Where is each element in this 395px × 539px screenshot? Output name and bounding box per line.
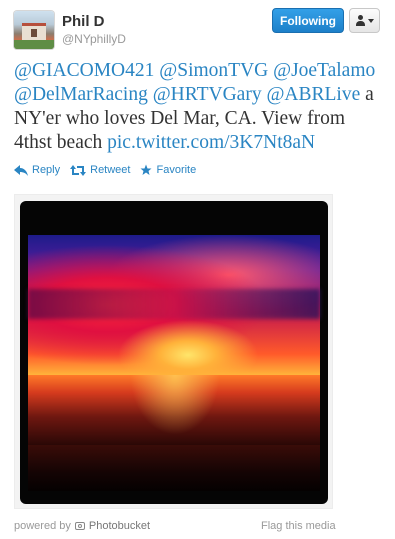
following-button[interactable]: Following [272, 8, 344, 33]
retweet-icon [70, 164, 87, 176]
tweet-actions: Reply Retweet Favorite [14, 162, 196, 178]
tweet-text: @GIACOMO421 @SimonTVG @JoeTalamo @DelMar… [14, 59, 384, 155]
caret-down-icon [367, 18, 374, 23]
person-icon [355, 15, 365, 26]
media-link[interactable]: pic.twitter.com/3K7Nt8aN [107, 132, 315, 153]
favorite-action[interactable]: Favorite [140, 164, 196, 176]
user-actions-button[interactable] [349, 8, 380, 33]
photobucket-link[interactable]: Photobucket [89, 520, 150, 532]
retweet-action[interactable]: Retweet [70, 164, 130, 176]
photo-clouds [28, 289, 320, 319]
mention-link[interactable]: @ABRLive [266, 84, 360, 105]
author-handle[interactable]: @NYphillyD [62, 32, 126, 46]
mention-link[interactable]: @DelMarRacing [14, 84, 148, 105]
photo-sun-reflection [130, 375, 220, 435]
powered-by-label: powered by [14, 520, 71, 532]
avatar-lawn-shape [14, 40, 54, 49]
avatar-door-shape [31, 29, 37, 37]
author-avatar[interactable] [14, 11, 54, 49]
mention-link[interactable]: @JoeTalamo [273, 60, 375, 81]
mention-link[interactable]: @SimonTVG [159, 60, 268, 81]
reply-action[interactable]: Reply [14, 164, 60, 176]
reply-icon [14, 164, 28, 176]
photo-beach [28, 445, 320, 491]
mention-link[interactable]: @GIACOMO421 [14, 60, 154, 81]
author-name[interactable]: Phil D [62, 13, 105, 30]
favorite-label: Favorite [156, 164, 197, 176]
powered-by: powered by Photobucket [14, 520, 150, 532]
media-preview[interactable] [14, 194, 333, 509]
reply-label: Reply [32, 164, 61, 176]
mention-link[interactable]: @HRTVGary [153, 84, 262, 105]
sunset-photo[interactable] [20, 201, 328, 504]
star-icon [140, 164, 152, 175]
flag-media-link[interactable]: Flag this media [261, 520, 336, 532]
retweet-label: Retweet [90, 164, 131, 176]
camera-icon [74, 522, 85, 530]
